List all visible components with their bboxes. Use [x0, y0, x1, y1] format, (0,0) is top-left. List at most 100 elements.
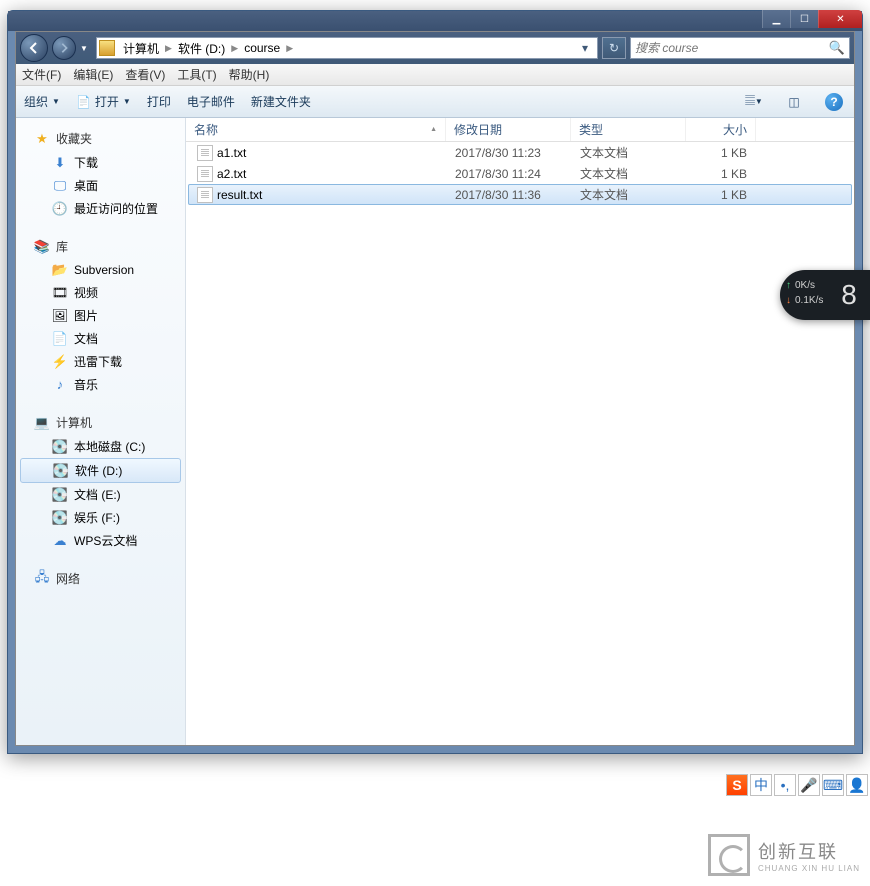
file-type: 文本文档 — [572, 186, 687, 203]
file-date: 2017/8/30 11:36 — [447, 188, 572, 202]
download-speed: 0.1K/s — [786, 295, 834, 306]
ime-logo-button[interactable]: S — [726, 774, 748, 796]
view-options-button[interactable]: 𝄚 ▼ — [742, 90, 766, 114]
navbar: ▼ 计算机 ▶ 软件 (D:) ▶ course ▶ ▾ ↻ 🔍 — [16, 32, 854, 64]
ime-toolbar: S 中 •, 🎤 ⌨ 👤 — [726, 774, 868, 796]
sidebar-item-music[interactable]: ♪音乐 — [16, 373, 185, 396]
search-box[interactable]: 🔍 — [630, 37, 850, 59]
forward-button[interactable] — [52, 36, 76, 60]
menubar: 文件(F) 编辑(E) 查看(V) 工具(T) 帮助(H) — [16, 64, 854, 86]
brand-sub: CHUANG XIN HU LIAN — [758, 864, 860, 873]
network-icon: 🖧 — [34, 571, 50, 587]
brand-logo-icon — [708, 834, 750, 876]
sidebar-group-favorites[interactable]: ★收藏夹 — [16, 126, 185, 151]
sidebar-item-drive-c[interactable]: 💽本地磁盘 (C:) — [16, 435, 185, 458]
chevron-right-icon[interactable]: ▶ — [163, 43, 174, 54]
sidebar-group-computer[interactable]: 💻计算机 — [16, 410, 185, 435]
ime-punct-button[interactable]: •, — [774, 774, 796, 796]
file-row[interactable]: result.txt2017/8/30 11:36文本文档1 KB — [188, 184, 852, 205]
file-list: a1.txt2017/8/30 11:23文本文档1 KBa2.txt2017/… — [186, 142, 854, 205]
history-dropdown[interactable]: ▼ — [80, 44, 92, 53]
email-button[interactable]: 电子邮件 — [187, 93, 235, 110]
menu-tools[interactable]: 工具(T) — [177, 66, 216, 83]
file-size: 1 KB — [687, 167, 755, 181]
ime-settings-button[interactable]: 👤 — [846, 774, 868, 796]
sidebar-item-drive-d[interactable]: 💽软件 (D:) — [20, 458, 181, 483]
menu-edit[interactable]: 编辑(E) — [73, 66, 113, 83]
chevron-right-icon[interactable]: ▶ — [284, 43, 295, 54]
sidebar-group-libraries[interactable]: 📚库 — [16, 234, 185, 259]
disk-icon: 💽 — [52, 510, 68, 526]
column-date[interactable]: 修改日期 — [446, 118, 571, 141]
close-button[interactable]: ✕ — [818, 10, 862, 28]
computer-icon: 💻 — [34, 415, 50, 431]
maximize-button[interactable]: ☐ — [790, 10, 818, 28]
preview-pane-button[interactable]: ◫ — [782, 90, 806, 114]
explorer-window: ▁ ☐ ✕ ▼ 计算机 ▶ 软件 (D:) ▶ course ▶ ▾ — [7, 10, 863, 754]
sidebar-item-subversion[interactable]: 📂Subversion — [16, 259, 185, 281]
net-widget-number: 8 — [834, 280, 864, 310]
sidebar-item-downloads[interactable]: ⬇下载 — [16, 151, 185, 174]
ime-lang-button[interactable]: 中 — [750, 774, 772, 796]
arrow-left-icon — [27, 41, 41, 55]
file-row[interactable]: a1.txt2017/8/30 11:23文本文档1 KB — [188, 142, 852, 163]
back-button[interactable] — [20, 34, 48, 62]
footer-brand: 创新互联 CHUANG XIN HU LIAN — [708, 834, 860, 876]
text-file-icon — [197, 145, 213, 161]
brand-name: 创新互联 — [758, 838, 860, 864]
refresh-button[interactable]: ↻ — [602, 37, 626, 59]
desktop-icon: 🖵 — [52, 178, 68, 194]
new-folder-button[interactable]: 新建文件夹 — [251, 93, 311, 110]
breadcrumb-drive[interactable]: 软件 (D:) — [174, 40, 229, 57]
sidebar-item-desktop[interactable]: 🖵桌面 — [16, 174, 185, 197]
print-button[interactable]: 打印 — [147, 93, 171, 110]
column-type[interactable]: 类型 — [571, 118, 686, 141]
file-row[interactable]: a2.txt2017/8/30 11:24文本文档1 KB — [188, 163, 852, 184]
help-button[interactable]: ? — [822, 90, 846, 114]
column-size[interactable]: 大小 — [686, 118, 756, 141]
sidebar-item-pictures[interactable]: 🖼图片 — [16, 304, 185, 327]
titlebar: ▁ ☐ ✕ — [8, 11, 862, 31]
search-input[interactable] — [635, 41, 829, 55]
address-dropdown-button[interactable]: ▾ — [575, 38, 595, 58]
disk-icon: 💽 — [53, 463, 69, 479]
music-icon: ♪ — [52, 377, 68, 393]
ime-voice-button[interactable]: 🎤 — [798, 774, 820, 796]
search-icon[interactable]: 🔍 — [829, 40, 845, 56]
address-bar[interactable]: 计算机 ▶ 软件 (D:) ▶ course ▶ ▾ — [96, 37, 598, 59]
breadcrumb-computer[interactable]: 计算机 — [119, 40, 163, 57]
arrow-right-icon — [58, 42, 70, 54]
organize-button[interactable]: 组织 ▼ — [24, 93, 60, 110]
file-date: 2017/8/30 11:23 — [447, 146, 572, 160]
sidebar-item-video[interactable]: 🎞视频 — [16, 281, 185, 304]
file-date: 2017/8/30 11:24 — [447, 167, 572, 181]
chevron-right-icon[interactable]: ▶ — [229, 43, 240, 54]
sidebar-item-drive-e[interactable]: 💽文档 (E:) — [16, 483, 185, 506]
file-pane: 名称 修改日期 类型 大小 a1.txt2017/8/30 11:23文本文档1… — [186, 118, 854, 745]
menu-help[interactable]: 帮助(H) — [229, 66, 270, 83]
sidebar-item-thunder[interactable]: ⚡迅雷下载 — [16, 350, 185, 373]
recent-icon: 🕘 — [52, 201, 68, 217]
menu-view[interactable]: 查看(V) — [125, 66, 165, 83]
file-size: 1 KB — [687, 188, 755, 202]
open-button[interactable]: 📄 打开 ▼ — [76, 93, 131, 110]
sidebar-item-recent[interactable]: 🕘最近访问的位置 — [16, 197, 185, 220]
file-size: 1 KB — [687, 146, 755, 160]
folder-icon — [99, 40, 115, 56]
svn-icon: 📂 — [52, 262, 68, 278]
ime-softkbd-button[interactable]: ⌨ — [822, 774, 844, 796]
sidebar-item-wps-cloud[interactable]: ☁WPS云文档 — [16, 529, 185, 552]
column-headers: 名称 修改日期 类型 大小 — [186, 118, 854, 142]
sidebar-item-drive-f[interactable]: 💽娱乐 (F:) — [16, 506, 185, 529]
menu-file[interactable]: 文件(F) — [22, 66, 61, 83]
cloud-icon: ☁ — [52, 533, 68, 549]
network-speed-widget[interactable]: 0K/s 0.1K/s 8 — [780, 270, 870, 320]
breadcrumb-folder[interactable]: course — [240, 41, 284, 55]
sidebar-group-network[interactable]: 🖧网络 — [16, 566, 185, 591]
notepad-icon: 📄 — [76, 95, 91, 109]
column-name[interactable]: 名称 — [186, 118, 446, 141]
open-label: 打开 — [95, 93, 119, 110]
minimize-button[interactable]: ▁ — [762, 10, 790, 28]
sidebar-item-documents[interactable]: 📄文档 — [16, 327, 185, 350]
thunder-icon: ⚡ — [52, 354, 68, 370]
